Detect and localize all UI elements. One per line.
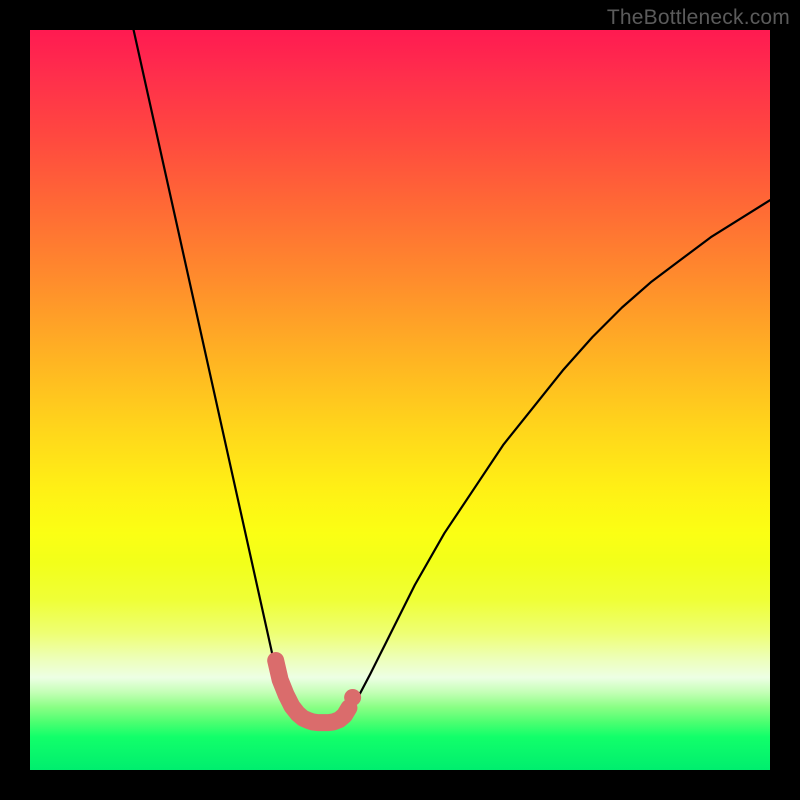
chart-frame: TheBottleneck.com bbox=[0, 0, 800, 800]
marker-segment bbox=[276, 660, 349, 722]
plot-area bbox=[30, 30, 770, 770]
bottleneck-curve bbox=[134, 30, 770, 723]
watermark-text: TheBottleneck.com bbox=[607, 6, 790, 30]
marker-dot bbox=[344, 689, 361, 706]
curve-layer bbox=[30, 30, 770, 770]
